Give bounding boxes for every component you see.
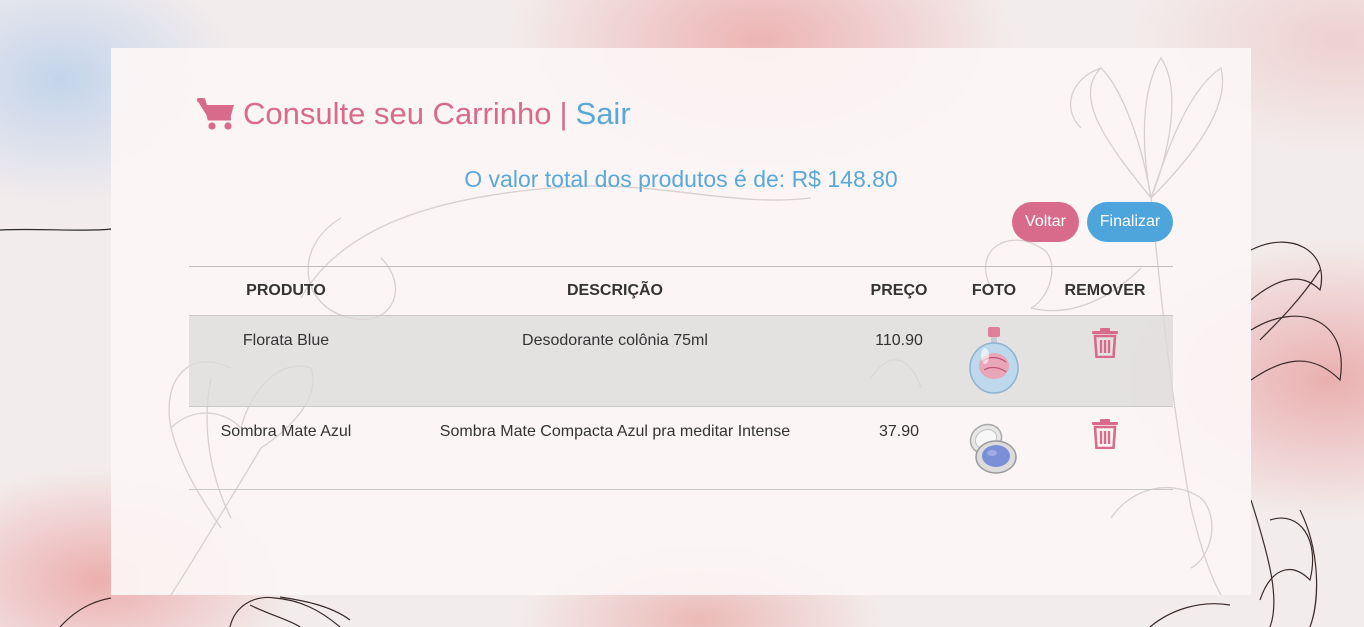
shopping-cart-icon — [197, 98, 234, 130]
table-header: PRODUTO DESCRIÇÃO PREÇO FOTO REMOVER — [189, 266, 1173, 315]
logout-link[interactable]: Sair — [576, 96, 631, 132]
page-title: Consulte seu Carrinho | Sair — [197, 96, 631, 132]
cart-table: PRODUTO DESCRIÇÃO PREÇO FOTO REMOVER Flo… — [189, 266, 1173, 490]
column-header-remove: REMOVER — [1064, 282, 1146, 299]
trash-icon[interactable] — [1092, 419, 1118, 449]
product-description: Desodorante colônia 75ml — [522, 332, 708, 349]
total-price-text: O valor total dos produtos é de: R$ 148.… — [464, 166, 898, 192]
eyeshadow-compact-image — [969, 423, 1017, 474]
remove-cell — [1037, 407, 1173, 491]
cart-panel: Consulte seu Carrinho | Sair O valor tot… — [111, 48, 1251, 595]
product-name: Sombra Mate Azul — [220, 423, 352, 440]
back-button[interactable]: Voltar — [1012, 202, 1079, 242]
title-separator: | — [559, 96, 568, 131]
trash-icon[interactable] — [1092, 328, 1118, 358]
finish-button[interactable]: Finalizar — [1087, 202, 1173, 242]
product-price: 110.90 — [875, 332, 923, 349]
table-row: Sombra Mate Azul Sombra Mate Compacta Az… — [189, 406, 1173, 490]
product-name: Florata Blue — [242, 332, 330, 349]
column-header-product: PRODUTO — [246, 282, 326, 299]
column-header-price: PREÇO — [870, 282, 928, 299]
column-header-description: DESCRIÇÃO — [566, 282, 663, 299]
page-title-text: Consulte seu Carrinho — [243, 96, 552, 131]
product-price: 37.90 — [878, 423, 920, 440]
product-description: Sombra Mate Compacta Azul pra meditar In… — [439, 423, 791, 440]
remove-cell — [1037, 316, 1173, 407]
perfume-bottle-image — [969, 327, 1019, 394]
product-photo-cell — [951, 407, 1037, 491]
column-header-photo: FOTO — [971, 282, 1017, 299]
product-photo-cell — [951, 316, 1037, 407]
table-row: Florata Blue Desodorante colônia 75ml 11… — [189, 315, 1173, 406]
